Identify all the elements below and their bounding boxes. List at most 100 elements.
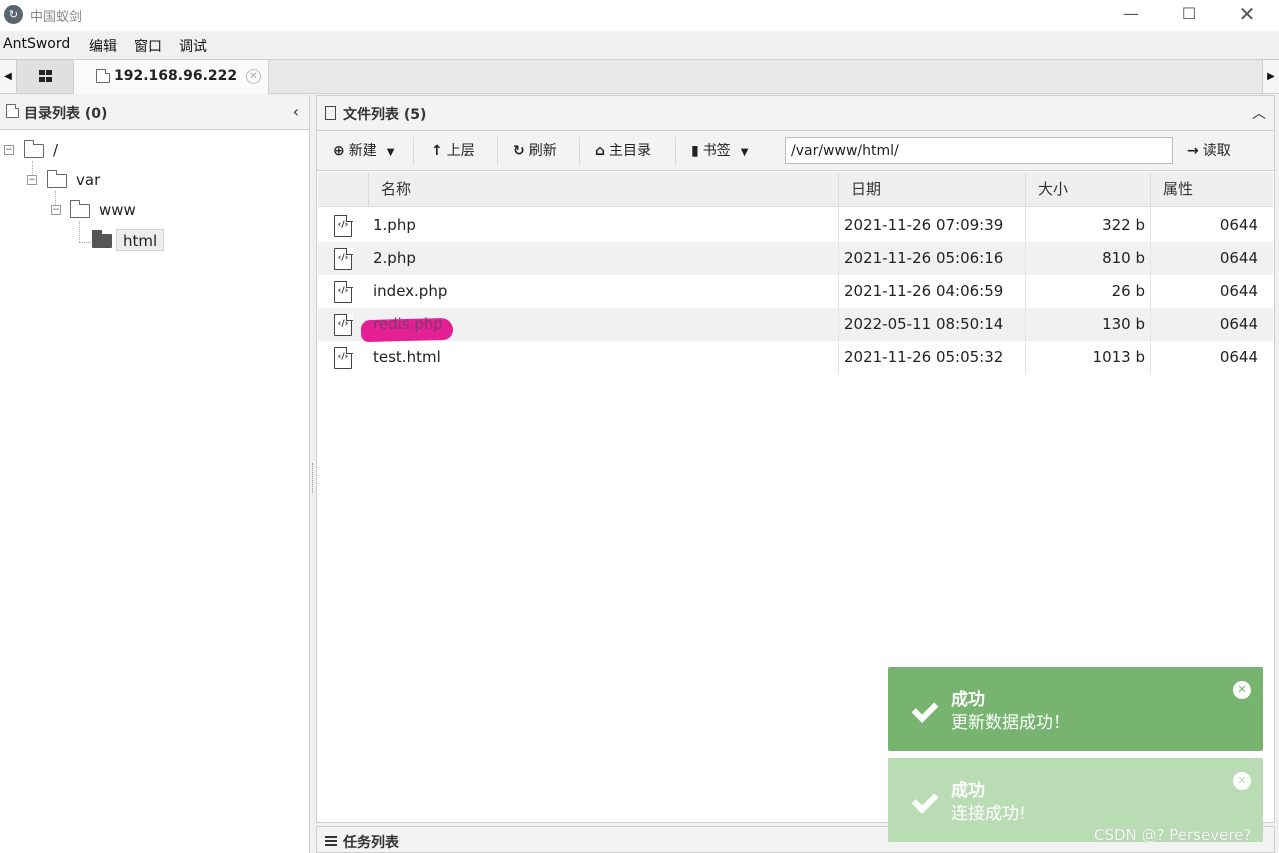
path-input[interactable] (785, 137, 1173, 164)
title-bar: ↻ 中国蚁剑 — ☐ ✕ (0, 0, 1279, 31)
file-table-header: 名称 日期 大小 属性 (318, 172, 1273, 207)
file-date: 2021-11-26 05:06:16 (838, 242, 1003, 275)
file-attr: 0644 (1150, 275, 1258, 308)
menu-bar: AntSword 编辑 窗口 调试 (0, 31, 1279, 59)
column-date[interactable]: 日期 (838, 172, 1025, 207)
tab-scroll-right-button[interactable]: ▶ (1262, 60, 1279, 93)
grid-icon (39, 70, 52, 82)
code-file-icon: ‹/› (334, 247, 353, 270)
up-button[interactable]: ↑ 上层 (431, 138, 475, 164)
close-window-button[interactable]: ✕ (1218, 0, 1276, 31)
file-date: 2021-11-26 07:09:39 (838, 209, 1003, 242)
file-attr: 0644 (1150, 209, 1258, 242)
file-size: 1013 b (1025, 341, 1145, 374)
minimize-button[interactable]: — (1102, 0, 1160, 31)
tree-collapse-icon[interactable]: − (51, 205, 61, 215)
refresh-button[interactable]: ↻ 刷新 (513, 138, 557, 164)
toast-message: 更新数据成功！ (951, 713, 1070, 733)
directory-panel-title: 目录列表 (0) (24, 106, 108, 122)
task-panel-title: 任务列表 (343, 835, 399, 851)
tab-home[interactable] (17, 60, 74, 93)
file-panel-title: 文件列表 (5) (343, 107, 427, 123)
toast-title: 成功 (951, 690, 985, 710)
file-row-highlighted[interactable]: ‹/› redis.php 2022-05-11 08:50:14 130 b … (318, 308, 1273, 343)
file-date: 2021-11-26 04:06:59 (838, 275, 1003, 308)
menu-window[interactable]: 窗口 (134, 36, 162, 56)
tree-label: var (76, 171, 101, 189)
file-panel-header: 文件列表 (5) ︿ (317, 96, 1274, 131)
file-name: 1.php (373, 216, 416, 234)
file-name: 2.php (373, 249, 416, 267)
tab-bar: ◀ 192.168.96.222 ✕ ▶ (0, 59, 1279, 94)
folder-icon (5, 104, 19, 118)
column-name[interactable]: 名称 (368, 172, 838, 207)
tree-node-www[interactable]: − www (0, 199, 300, 221)
refresh-icon: ↻ (513, 143, 525, 159)
directory-panel-header: 目录列表 (0) ‹ (0, 95, 309, 130)
file-attr: 0644 (1150, 341, 1258, 374)
bookmark-icon: ▮ (691, 143, 699, 159)
code-file-icon: ‹/› (334, 346, 353, 369)
folder-icon (69, 200, 90, 218)
window-edge (1275, 95, 1279, 853)
tree-node-html[interactable]: html (0, 229, 300, 251)
folder-open-icon (91, 230, 112, 248)
file-row[interactable]: ‹/› test.html 2021-11-26 05:05:32 1013 b… (318, 341, 1273, 374)
file-icon (325, 106, 336, 120)
tab-close-icon[interactable]: ✕ (246, 69, 261, 84)
folder-icon (46, 170, 67, 188)
menu-antsword[interactable]: AntSword (3, 36, 70, 52)
toast-message: 连接成功! (951, 804, 1026, 824)
tree-collapse-icon[interactable]: − (27, 175, 37, 185)
folder-icon (95, 69, 110, 83)
file-size: 322 b (1025, 209, 1145, 242)
toast-title: 成功 (951, 781, 985, 801)
antsword-logo-icon: ↻ (4, 5, 23, 24)
list-icon (325, 836, 337, 846)
new-button[interactable]: ⊕ 新建 ▼ (333, 138, 394, 164)
tree-label-selected: html (116, 229, 165, 251)
file-row[interactable]: ‹/› index.php 2021-11-26 04:06:59 26 b 0… (318, 275, 1273, 308)
file-row[interactable]: ‹/› 1.php 2021-11-26 07:09:39 322 b 0644 (318, 209, 1273, 242)
read-button[interactable]: → 读取 (1187, 138, 1231, 164)
plus-circle-icon: ⊕ (333, 143, 345, 159)
caret-down-icon: ▼ (386, 147, 395, 158)
code-file-icon: ‹/› (334, 280, 353, 303)
maximize-button[interactable]: ☐ (1160, 0, 1218, 31)
home-dir-button[interactable]: ⌂ 主目录 (595, 138, 651, 164)
tree-node-var[interactable]: − var (0, 169, 300, 191)
bookmark-button[interactable]: ▮ 书签 ▼ (691, 138, 748, 164)
folder-icon (23, 140, 44, 158)
chevron-up-icon[interactable]: ︿ (1252, 103, 1266, 123)
file-name: test.html (373, 348, 441, 366)
arrow-up-icon: ↑ (431, 143, 443, 159)
splitter-grip[interactable] (312, 463, 314, 493)
caret-down-icon: ▼ (740, 147, 749, 158)
close-icon[interactable]: ✕ (1233, 681, 1251, 699)
close-icon[interactable]: ✕ (1233, 772, 1251, 790)
toast-success: 成功 更新数据成功！ ✕ (888, 667, 1263, 751)
file-size: 26 b (1025, 275, 1145, 308)
tree-collapse-icon[interactable]: − (4, 145, 14, 155)
chevron-left-icon[interactable]: ‹ (293, 102, 299, 121)
directory-panel: 目录列表 (0) ‹ − / − var − www html (0, 95, 310, 853)
arrow-right-icon: → (1187, 143, 1199, 159)
menu-debug[interactable]: 调试 (179, 36, 207, 56)
file-toolbar: ⊕新建▼ ↑上层 ↻刷新 ⌂主目录 ▮书签▼ →读取 (317, 131, 1274, 171)
home-icon: ⌂ (595, 143, 606, 159)
file-row[interactable]: ‹/› 2.php 2021-11-26 05:06:16 810 b 0644 (318, 242, 1273, 275)
column-size[interactable]: 大小 (1025, 172, 1150, 207)
tree-node-root[interactable]: − / (0, 139, 300, 161)
file-date: 2022-05-11 08:50:14 (838, 308, 1003, 341)
tab-scroll-left-button[interactable]: ◀ (0, 60, 17, 93)
file-name: redis.php (373, 315, 443, 333)
file-size: 130 b (1025, 308, 1145, 341)
file-name: index.php (373, 282, 448, 300)
tree-label: / (53, 141, 59, 159)
code-file-icon: ‹/› (334, 313, 353, 336)
tab-host[interactable]: 192.168.96.222 ✕ (74, 60, 269, 94)
menu-edit[interactable]: 编辑 (89, 36, 117, 56)
file-attr: 0644 (1150, 242, 1258, 275)
tree-label: www (99, 201, 136, 219)
column-attr[interactable]: 属性 (1150, 172, 1273, 207)
